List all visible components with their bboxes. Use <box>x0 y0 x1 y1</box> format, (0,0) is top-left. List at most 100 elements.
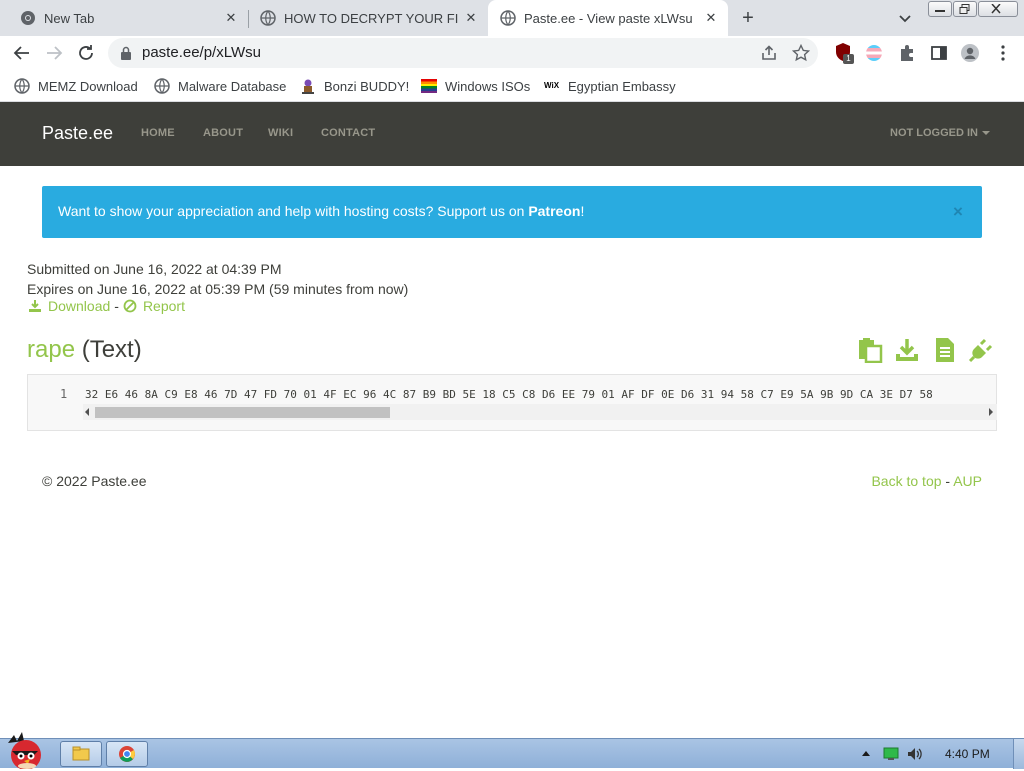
tab-close-icon[interactable]: ✕ <box>704 11 718 25</box>
bookmark-egyptian-embassy[interactable]: WiX Egyptian Embassy <box>544 76 676 96</box>
taskbar-clock[interactable]: 4:40 PM <box>945 747 990 761</box>
lock-icon[interactable] <box>120 46 132 60</box>
nav-about-link[interactable]: ABOUT <box>203 127 243 139</box>
chrome-icon <box>119 746 135 762</box>
alert-message: Want to show your appreciation and help … <box>58 203 584 219</box>
wix-icon: WiX <box>544 81 560 90</box>
paste-content-box: 1 32 E6 46 8A C9 E8 46 7D 47 FD 70 01 4F… <box>27 374 997 431</box>
profile-avatar-icon[interactable] <box>960 43 980 63</box>
nav-wiki-link[interactable]: WIKI <box>268 127 293 139</box>
restore-button[interactable] <box>953 1 977 17</box>
patreon-alert: Want to show your appreciation and help … <box>42 186 982 238</box>
download-icon[interactable] <box>894 337 920 363</box>
bonzi-icon <box>302 79 314 94</box>
bookmark-label: Egyptian Embassy <box>568 78 676 94</box>
nav-home-link[interactable]: HOME <box>141 127 175 139</box>
globe-icon <box>500 10 516 26</box>
tab-decrypt[interactable]: HOW TO DECRYPT YOUR FILE ✕ <box>240 0 488 36</box>
browser-toolbar: paste.ee/p/xLWsu 1 <box>0 36 1024 70</box>
line-number: 1 <box>60 387 68 401</box>
volume-icon[interactable] <box>906 746 924 762</box>
report-link[interactable]: Report <box>143 298 185 314</box>
footer-separator: - <box>945 473 951 489</box>
footer-copyright: © 2022 Paste.ee <box>42 473 147 489</box>
share-icon[interactable] <box>760 44 778 62</box>
nav-contact-link[interactable]: CONTACT <box>321 127 375 139</box>
alert-suffix: ! <box>580 203 585 219</box>
puzzle-extensions-icon[interactable] <box>897 43 917 63</box>
tab-close-icon[interactable]: ✕ <box>464 11 478 25</box>
actions-separator: - <box>114 298 119 314</box>
scroll-right-arrow-icon[interactable] <box>989 408 993 416</box>
ublock-extension-icon[interactable]: 1 <box>834 42 854 64</box>
globe-icon <box>14 78 30 94</box>
web-page: Paste.ee HOME ABOUT WIKI CONTACT NOT LOG… <box>0 102 1024 738</box>
paste-code-line[interactable]: 32 E6 46 8A C9 E8 46 7D 47 FD 70 01 4F E… <box>85 388 997 401</box>
bookmark-windows-isos[interactable]: Windows ISOs <box>421 76 530 96</box>
plug-icon[interactable] <box>968 337 994 363</box>
patreon-link[interactable]: Patreon <box>528 203 580 219</box>
tab-title: New Tab <box>44 10 95 26</box>
chevron-down-icon[interactable] <box>895 8 915 28</box>
tab-paste-ee[interactable]: Paste.ee - View paste xLWsu ✕ <box>488 0 728 36</box>
site-brand-link[interactable]: Paste.ee <box>42 123 113 144</box>
new-tab-button[interactable]: + <box>737 7 759 29</box>
horizontal-scrollbar[interactable] <box>83 404 997 420</box>
tab-title: Paste.ee - View paste xLWsu <box>524 10 693 26</box>
ban-icon <box>123 299 137 313</box>
paste-metadata: Submitted on June 16, 2022 at 04:39 PM E… <box>27 259 408 299</box>
chrome-icon <box>21 11 35 25</box>
browser-tab-strip: New Tab ✕ HOW TO DECRYPT YOUR FILE ✕ Pas… <box>0 0 1024 36</box>
bookmark-label: Malware Database <box>178 78 287 94</box>
tab-close-icon[interactable]: ✕ <box>224 11 238 25</box>
alert-close-button[interactable]: × <box>953 202 963 222</box>
forward-arrow-icon[interactable] <box>44 43 64 63</box>
close-window-button[interactable] <box>978 1 1018 17</box>
windows-taskbar: 4:40 PM <box>0 732 1024 769</box>
user-menu-label: NOT LOGGED IN <box>890 127 978 139</box>
taskbar-explorer[interactable] <box>60 741 102 767</box>
folder-icon <box>72 746 90 761</box>
show-desktop-button[interactable] <box>1013 739 1024 769</box>
submitted-date: Submitted on June 16, 2022 at 04:39 PM <box>27 261 282 277</box>
user-menu-dropdown[interactable]: NOT LOGGED IN <box>890 127 990 139</box>
kebab-menu-icon[interactable] <box>993 43 1013 63</box>
address-bar[interactable]: paste.ee/p/xLWsu <box>108 38 818 68</box>
alert-text: Want to show your appreciation and help … <box>58 203 529 219</box>
raw-file-icon[interactable] <box>932 337 958 363</box>
site-navbar: Paste.ee HOME ABOUT WIKI CONTACT NOT LOG… <box>0 102 1024 166</box>
bookmark-label: Bonzi BUDDY! <box>324 78 410 94</box>
globe-icon <box>260 10 276 26</box>
aup-link[interactable]: AUP <box>953 473 982 489</box>
back-arrow-icon[interactable] <box>12 43 32 63</box>
tab-new-tab[interactable]: New Tab ✕ <box>0 0 248 36</box>
bookmark-memz-download[interactable]: MEMZ Download <box>14 76 138 96</box>
side-panel-icon[interactable] <box>929 43 949 63</box>
download-icon <box>29 300 41 312</box>
taskbar-chrome[interactable] <box>106 741 148 767</box>
expires-date: Expires on June 16, 2022 at 05:39 PM (59… <box>27 281 409 297</box>
network-icon[interactable] <box>882 747 900 761</box>
paste-title: rape (Text) <box>27 336 142 364</box>
scroll-left-arrow-icon[interactable] <box>85 408 89 416</box>
bookmarks-bar: MEMZ Download Malware Database Bonzi BUD… <box>0 70 1024 102</box>
rainbow-flag-icon <box>421 79 437 93</box>
bookmark-label: MEMZ Download <box>38 78 138 94</box>
download-link[interactable]: Download <box>48 298 110 314</box>
paste-actions: Download - Report <box>28 298 185 314</box>
back-to-top-link[interactable]: Back to top <box>871 473 941 489</box>
caret-down-icon <box>982 131 990 136</box>
extension-badge: 1 <box>843 54 854 64</box>
footer-links: Back to top - AUP <box>871 473 982 489</box>
bookmark-star-icon[interactable] <box>792 44 810 62</box>
copy-icon[interactable] <box>858 337 884 363</box>
tray-expand-icon[interactable] <box>861 749 871 757</box>
start-button-angry-bird-icon[interactable] <box>2 729 54 769</box>
bookmark-bonzi-buddy[interactable]: Bonzi BUDDY! <box>300 76 409 96</box>
reload-icon[interactable] <box>76 43 96 63</box>
minimize-button[interactable] <box>928 1 952 17</box>
scrollbar-thumb[interactable] <box>95 407 390 418</box>
tab-title: HOW TO DECRYPT YOUR FILE <box>284 10 458 26</box>
bookmark-malware-database[interactable]: Malware Database <box>154 76 286 96</box>
flag-extension-icon[interactable] <box>866 45 882 61</box>
